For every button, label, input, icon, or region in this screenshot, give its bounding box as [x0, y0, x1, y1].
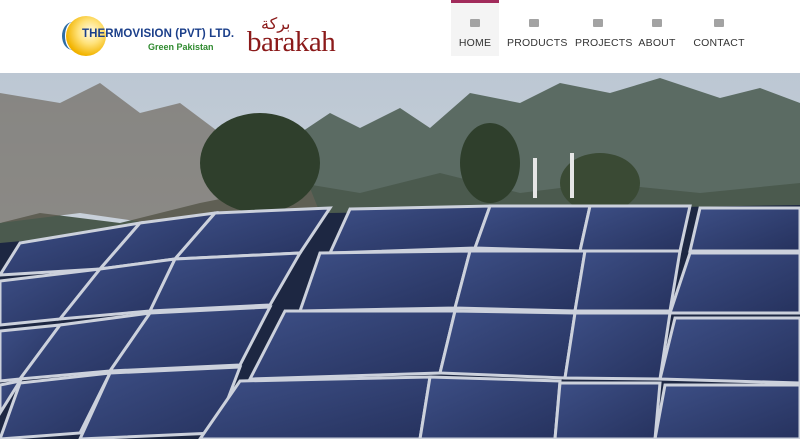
barakah-logo[interactable]: بركة barakah [247, 14, 357, 58]
nav-label-about: ABOUT [638, 37, 676, 49]
company-tagline: Green Pakistan [148, 42, 214, 52]
nav-item-projects[interactable]: PROJECTS [575, 0, 633, 56]
camera-icon [593, 19, 603, 27]
site-header: THERMOVISION (PVT) LTD. Green Pakistan ب… [0, 0, 800, 73]
solar-panels-photo [0, 73, 800, 439]
nav-label-contact: CONTACT [693, 37, 745, 49]
envelope-icon [714, 19, 724, 27]
nav-item-contact[interactable]: CONTACT [691, 0, 747, 56]
nav-item-about[interactable]: ABOUT [638, 0, 676, 56]
nav-label-products: PRODUCTS [507, 37, 568, 49]
home-icon [470, 19, 480, 27]
nav-item-products[interactable]: PRODUCTS [507, 0, 568, 56]
camera-icon [529, 19, 539, 27]
nav-label-projects: PROJECTS [575, 37, 633, 49]
nav-label-home: HOME [458, 37, 492, 49]
user-icon [652, 19, 662, 27]
thermovision-logo[interactable]: THERMOVISION (PVT) LTD. Green Pakistan [62, 14, 236, 60]
hero-banner [0, 73, 800, 439]
company-name: THERMOVISION (PVT) LTD. [82, 28, 235, 40]
nav-item-home[interactable]: HOME [451, 0, 499, 56]
barakah-text: barakah [247, 26, 336, 58]
